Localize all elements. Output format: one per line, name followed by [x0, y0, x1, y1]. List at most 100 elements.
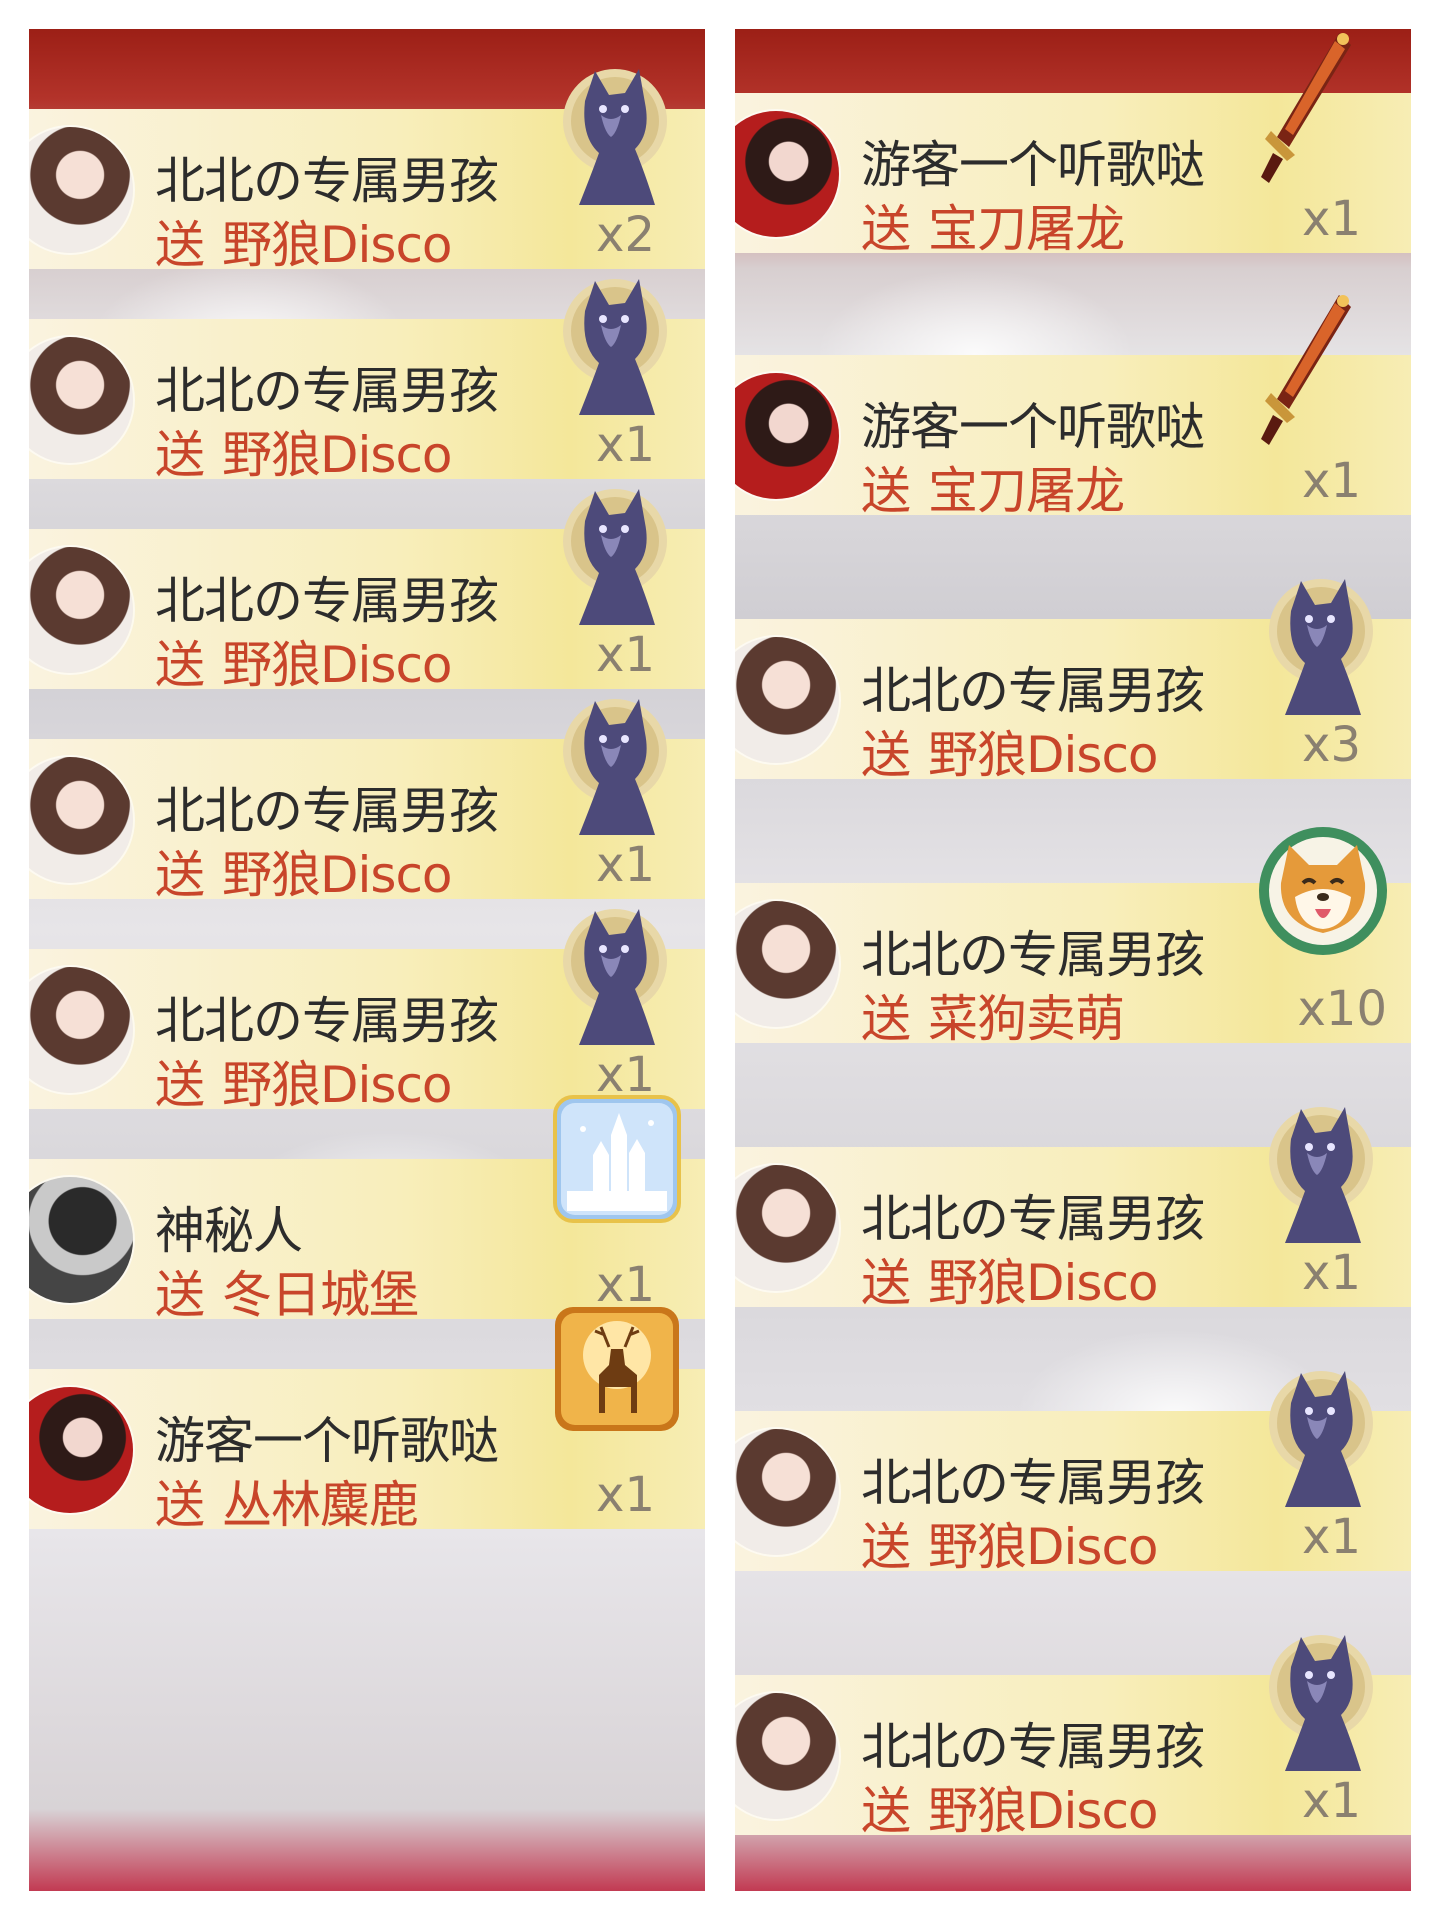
username: 北北の专属男孩: [861, 926, 1205, 984]
gift-feed-right: 游客一个听歌哒 送宝刀屠龙 x1 游客一个听歌哒 送宝刀屠龙 x1 北北の专属男…: [735, 29, 1411, 1891]
gift-count: x1: [1302, 1509, 1361, 1565]
gift-name: 宝刀屠龙: [928, 462, 1125, 520]
gift-feed-left: 北北の专属男孩 送野狼Disco x2 北北の专属男孩 送野狼Disco x1 …: [29, 29, 705, 1891]
send-label: 送: [861, 990, 911, 1048]
send-label: 送: [861, 462, 911, 520]
wolf-gift-icon: [563, 69, 667, 205]
gift-message-row[interactable]: 游客一个听歌哒 送丛林麋鹿 x1: [29, 1307, 705, 1534]
gift-message-row[interactable]: 北北の专属男孩 送野狼Disco x3: [735, 579, 1411, 784]
gift-name: 野狼Disco: [928, 1518, 1159, 1576]
send-label: 送: [155, 846, 205, 904]
gift-line: 送野狼Disco: [155, 205, 453, 277]
username: 神秘人: [155, 1202, 303, 1260]
username: 北北の专属男孩: [155, 992, 499, 1050]
gift-count: x1: [596, 417, 655, 473]
wolf-gift-icon: [1269, 1371, 1373, 1507]
gift-message-row[interactable]: 北北の专属男孩 送野狼Disco x1: [29, 489, 705, 694]
gift-name: 野狼Disco: [928, 1782, 1159, 1840]
send-label: 送: [155, 1266, 205, 1324]
send-label: 送: [861, 1254, 911, 1312]
gift-message-row[interactable]: 北北の专属男孩 送野狼Disco x1: [735, 1635, 1411, 1840]
username: 游客一个听歌哒: [861, 136, 1205, 194]
user-avatar[interactable]: [29, 757, 133, 883]
gift-count: x1: [596, 837, 655, 893]
username: 北北の专属男孩: [861, 1190, 1205, 1248]
user-avatar[interactable]: [29, 967, 133, 1093]
send-label: 送: [155, 1476, 205, 1534]
gift-count: x1: [1302, 191, 1361, 247]
gift-message-row[interactable]: 游客一个听歌哒 送宝刀屠龙 x1: [735, 295, 1411, 520]
send-label: 送: [155, 1056, 205, 1114]
wolf-gift-icon: [563, 279, 667, 415]
gift-line: 送野狼Disco: [155, 1045, 453, 1117]
username: 游客一个听歌哒: [155, 1412, 499, 1470]
gift-count: x1: [1302, 453, 1361, 509]
send-label: 送: [861, 1518, 911, 1576]
gift-message-row[interactable]: 神秘人 送冬日城堡 x1: [29, 1095, 705, 1324]
shiba-dog-gift-icon: [1259, 827, 1387, 955]
gift-line: 送野狼Disco: [861, 1507, 1159, 1579]
gift-name: 冬日城堡: [222, 1266, 419, 1324]
user-avatar[interactable]: [735, 1165, 839, 1291]
user-avatar[interactable]: [29, 337, 133, 463]
wolf-gift-icon: [563, 699, 667, 835]
forest-deer-gift-icon: [555, 1307, 679, 1431]
send-label: 送: [155, 426, 205, 484]
gift-message-row[interactable]: 北北の专属男孩 送野狼Disco x1: [29, 909, 705, 1114]
dragon-sword-gift-icon: [1261, 295, 1351, 445]
gift-count: x3: [1302, 717, 1361, 773]
send-label: 送: [155, 636, 205, 694]
gift-line: 送野狼Disco: [861, 715, 1159, 787]
user-avatar[interactable]: [735, 1429, 839, 1555]
user-avatar[interactable]: [735, 111, 839, 237]
user-avatar[interactable]: [29, 1387, 133, 1513]
gift-line: 送冬日城堡: [155, 1255, 419, 1327]
user-avatar[interactable]: [735, 637, 839, 763]
gift-name: 菜狗卖萌: [928, 990, 1125, 1048]
gift-count: x1: [596, 1467, 655, 1523]
gift-name: 野狼Disco: [222, 426, 453, 484]
user-avatar[interactable]: [735, 1693, 839, 1819]
gift-line: 送宝刀屠龙: [861, 189, 1125, 261]
winter-castle-gift-icon: [553, 1095, 681, 1223]
user-avatar[interactable]: [29, 127, 133, 253]
username: 北北の专属男孩: [155, 782, 499, 840]
gift-count: x1: [1302, 1245, 1361, 1301]
gift-line: 送菜狗卖萌: [861, 979, 1125, 1051]
gift-name: 丛林麋鹿: [222, 1476, 419, 1534]
gift-name: 野狼Disco: [222, 216, 453, 274]
gift-line: 送野狼Disco: [155, 835, 453, 907]
user-avatar[interactable]: [29, 547, 133, 673]
gift-name: 宝刀屠龙: [928, 200, 1125, 258]
gift-message-row[interactable]: 北北の专属男孩 送野狼Disco x1: [29, 699, 705, 904]
gift-name: 野狼Disco: [222, 1056, 453, 1114]
gift-line: 送野狼Disco: [861, 1243, 1159, 1315]
gift-count: x2: [596, 207, 655, 263]
gift-line: 送野狼Disco: [861, 1771, 1159, 1843]
gift-message-row[interactable]: 北北の专属男孩 送菜狗卖萌 x10: [735, 827, 1411, 1048]
username: 北北の专属男孩: [155, 362, 499, 420]
dragon-sword-gift-icon: [1261, 33, 1351, 183]
user-avatar[interactable]: [735, 373, 839, 499]
wolf-gift-icon: [1269, 579, 1373, 715]
gift-count: x1: [1302, 1773, 1361, 1829]
wolf-gift-icon: [563, 489, 667, 625]
gift-line: 送丛林麋鹿: [155, 1465, 419, 1537]
username: 北北の专属男孩: [155, 572, 499, 630]
send-label: 送: [861, 1782, 911, 1840]
gift-message-row[interactable]: 北北の专属男孩 送野狼Disco x2: [29, 69, 705, 274]
gift-name: 野狼Disco: [928, 726, 1159, 784]
user-avatar[interactable]: [735, 901, 839, 1027]
gift-message-row[interactable]: 游客一个听歌哒 送宝刀屠龙 x1: [735, 33, 1411, 258]
gift-name: 野狼Disco: [222, 636, 453, 694]
user-avatar[interactable]: [29, 1177, 133, 1303]
username: 北北の专属男孩: [155, 152, 499, 210]
gift-message-row[interactable]: 北北の专属男孩 送野狼Disco x1: [735, 1371, 1411, 1576]
gift-message-row[interactable]: 北北の专属男孩 送野狼Disco x1: [29, 279, 705, 484]
username: 北北の专属男孩: [861, 1454, 1205, 1512]
gift-count: x10: [1297, 981, 1387, 1037]
username: 北北の专属男孩: [861, 1718, 1205, 1776]
gift-name: 野狼Disco: [928, 1254, 1159, 1312]
wolf-gift-icon: [1269, 1635, 1373, 1771]
gift-message-row[interactable]: 北北の专属男孩 送野狼Disco x1: [735, 1107, 1411, 1312]
